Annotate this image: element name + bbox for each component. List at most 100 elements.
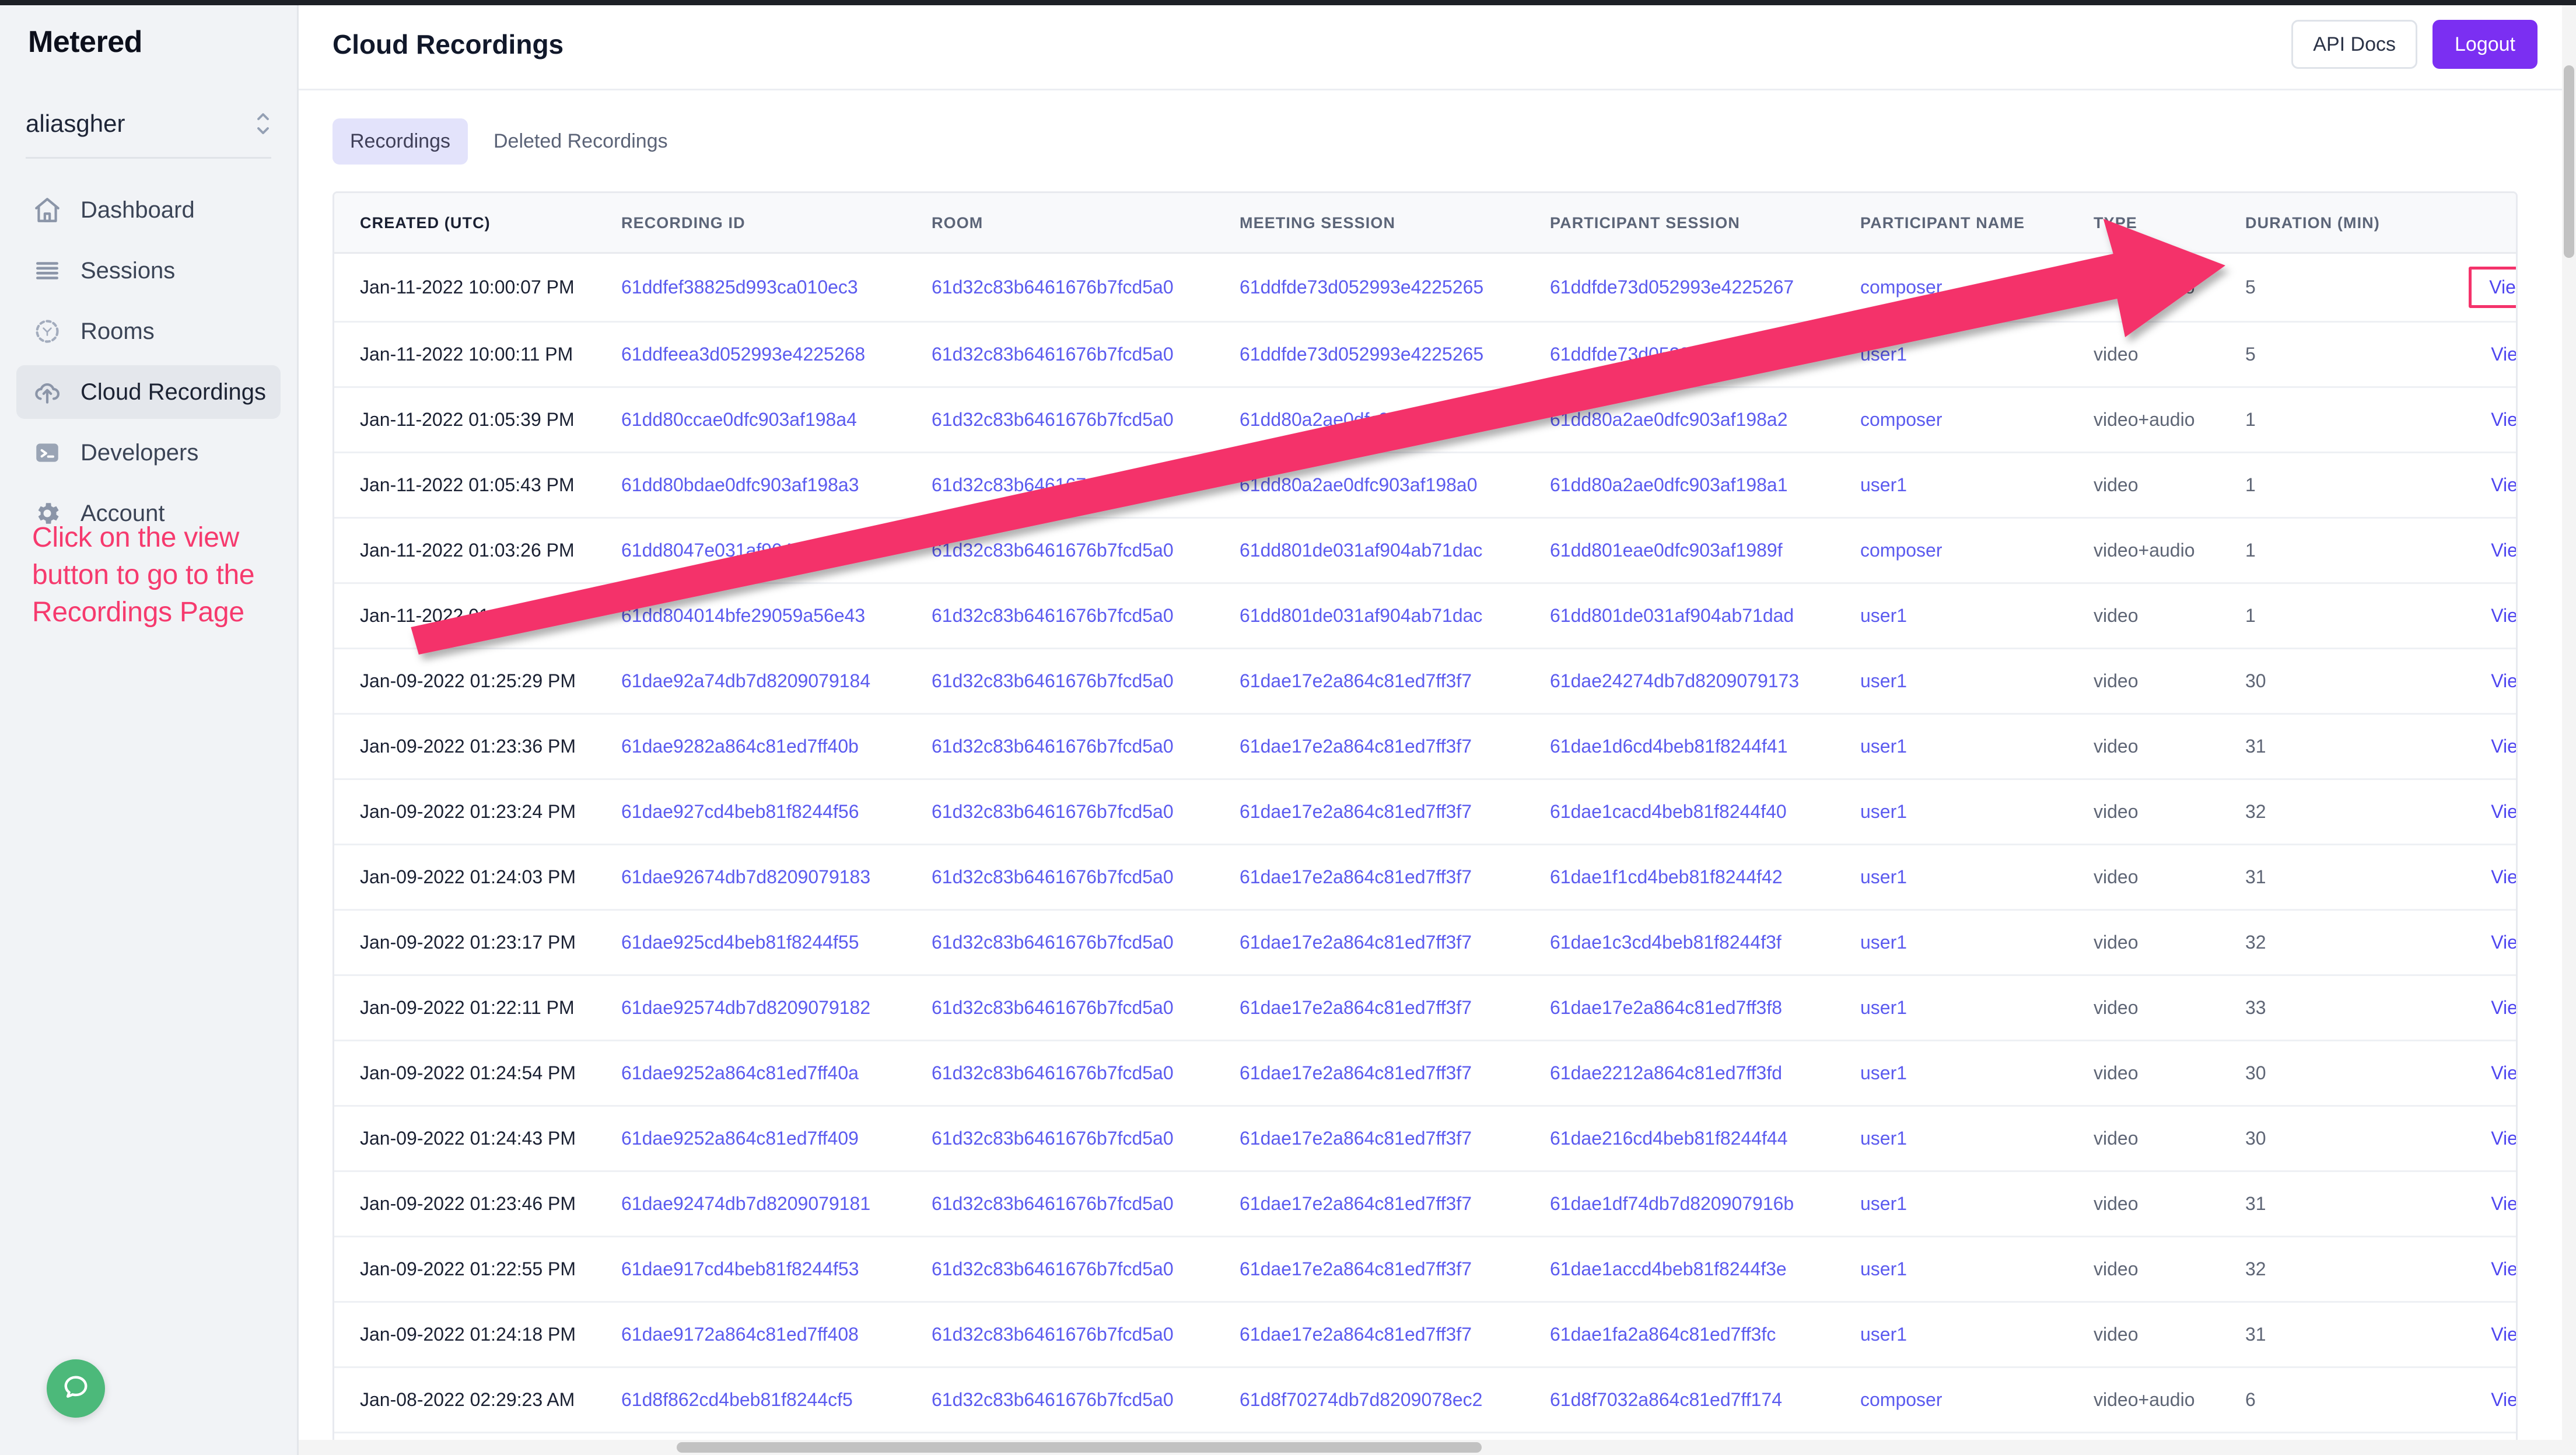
view-button[interactable]: View — [2491, 605, 2516, 626]
vertical-scrollbar-thumb[interactable] — [2564, 65, 2574, 258]
participant-session-link[interactable]: 61ddfde73d052993e4225266 — [1550, 321, 1860, 388]
meeting-session-link[interactable]: 61dae17e2a864c81ed7ff3f7 — [1240, 1106, 1550, 1172]
participant-name-link[interactable]: user1 — [1860, 452, 2094, 519]
room-link[interactable]: 61d32c83b6461676b7fcd5a0 — [932, 779, 1240, 845]
participant-name-link[interactable]: user1 — [1860, 648, 2094, 715]
room-link[interactable]: 61d32c83b6461676b7fcd5a0 — [932, 452, 1240, 519]
recording-id-link[interactable]: 61dae917cd4beb81f8244f53 — [621, 1236, 932, 1303]
sidebar-item-rooms[interactable]: Rooms — [16, 305, 281, 358]
view-button[interactable]: View — [2491, 1258, 2516, 1279]
participant-session-link[interactable]: 61dae1df74db7d820907916b — [1550, 1171, 1860, 1237]
participant-name-link[interactable]: user1 — [1860, 713, 2094, 780]
meeting-session-link[interactable]: 61dae17e2a864c81ed7ff3f7 — [1240, 1171, 1550, 1237]
participant-session-link[interactable]: 61dae1cacd4beb81f8244f40 — [1550, 779, 1860, 845]
tab-recordings[interactable]: Recordings — [332, 118, 468, 165]
recording-id-link[interactable]: 61dd80bdae0dfc903af198a3 — [621, 452, 932, 519]
participant-session-link[interactable]: 61dae1fa2a864c81ed7ff3fc — [1550, 1302, 1860, 1368]
room-link[interactable]: 61d32c83b6461676b7fcd5a0 — [932, 910, 1240, 976]
api-docs-button[interactable]: API Docs — [2291, 20, 2417, 69]
meeting-session-link[interactable]: 61dae17e2a864c81ed7ff3f7 — [1240, 844, 1550, 911]
room-link[interactable]: 61d32c83b6461676b7fcd5a0 — [932, 844, 1240, 911]
room-link[interactable]: 61d32c83b6461676b7fcd5a0 — [932, 253, 1240, 323]
view-button[interactable]: View — [2491, 1324, 2516, 1345]
participant-session-link[interactable]: 61dae1d6cd4beb81f8244f41 — [1550, 713, 1860, 780]
view-button[interactable]: View — [2491, 1062, 2516, 1083]
participant-session-link[interactable]: 61dae1c3cd4beb81f8244f3f — [1550, 910, 1860, 976]
room-link[interactable]: 61d32c83b6461676b7fcd5a0 — [932, 1171, 1240, 1237]
participant-name-link[interactable]: user1 — [1860, 583, 2094, 649]
room-link[interactable]: 61d32c83b6461676b7fcd5a0 — [932, 517, 1240, 584]
room-link[interactable]: 61d32c83b6461676b7fcd5a0 — [932, 648, 1240, 715]
meeting-session-link[interactable]: 61dae17e2a864c81ed7ff3f7 — [1240, 1040, 1550, 1107]
recording-id-link[interactable]: 61dae92474db7d8209079181 — [621, 1171, 932, 1237]
view-button[interactable]: View — [2491, 801, 2516, 822]
participant-session-link[interactable]: 61dae2212a864c81ed7ff3fd — [1550, 1040, 1860, 1107]
vertical-scrollbar[interactable] — [2562, 0, 2576, 1455]
participant-session-link[interactable]: 61ddfde73d052993e4225267 — [1550, 253, 1860, 323]
meeting-session-link[interactable]: 61dae17e2a864c81ed7ff3f7 — [1240, 648, 1550, 715]
recording-id-link[interactable]: 61dd80ccae0dfc903af198a4 — [621, 387, 932, 453]
meeting-session-link[interactable]: 61dae17e2a864c81ed7ff3f7 — [1240, 1302, 1550, 1368]
meeting-session-link[interactable]: 61ddfde73d052993e4225265 — [1240, 321, 1550, 388]
participant-session-link[interactable]: 61dae24274db7d8209079173 — [1550, 648, 1860, 715]
room-link[interactable]: 61d32c83b6461676b7fcd5a0 — [932, 1040, 1240, 1107]
view-button[interactable]: View — [2491, 344, 2516, 365]
recording-id-link[interactable]: 61dae92574db7d8209079182 — [621, 975, 932, 1041]
view-button[interactable]: View — [2491, 540, 2516, 561]
recording-id-link[interactable]: 61dae92a74db7d8209079184 — [621, 648, 932, 715]
participant-name-link[interactable]: composer — [1860, 1367, 2094, 1433]
room-link[interactable]: 61d32c83b6461676b7fcd5a0 — [932, 321, 1240, 388]
room-link[interactable]: 61d32c83b6461676b7fcd5a0 — [932, 1367, 1240, 1433]
meeting-session-link[interactable]: 61dd80a2ae0dfc903af198a0 — [1240, 387, 1550, 453]
recording-id-link[interactable]: 61dae9282a864c81ed7ff40b — [621, 713, 932, 780]
account-switcher[interactable]: aliasgher — [26, 103, 271, 159]
recording-id-link[interactable]: 61dae927cd4beb81f8244f56 — [621, 779, 932, 845]
meeting-session-link[interactable]: 61dae17e2a864c81ed7ff3f7 — [1240, 713, 1550, 780]
room-link[interactable]: 61d32c83b6461676b7fcd5a0 — [932, 713, 1240, 780]
recording-id-link[interactable]: 61dae92674db7d8209079183 — [621, 844, 932, 911]
help-beacon-button[interactable] — [47, 1359, 105, 1418]
meeting-session-link[interactable]: 61dd801de031af904ab71dac — [1240, 517, 1550, 584]
recording-id-link[interactable]: 61dae9252a864c81ed7ff409 — [621, 1106, 932, 1172]
room-link[interactable]: 61d32c83b6461676b7fcd5a0 — [932, 1302, 1240, 1368]
participant-session-link[interactable]: 61dae216cd4beb81f8244f44 — [1550, 1106, 1860, 1172]
sidebar-item-sessions[interactable]: Sessions — [16, 244, 281, 298]
recording-id-link[interactable]: 61dd8047e031af904ab71dae — [621, 517, 932, 584]
participant-name-link[interactable]: composer — [1860, 387, 2094, 453]
view-button[interactable]: View — [2491, 997, 2516, 1018]
participant-name-link[interactable]: user1 — [1860, 910, 2094, 976]
sidebar-item-developers[interactable]: Developers — [16, 426, 281, 480]
view-button[interactable]: View — [2491, 474, 2516, 495]
meeting-session-link[interactable]: 61d8f70274db7d8209078ec2 — [1240, 1367, 1550, 1433]
view-button-highlighted[interactable]: View — [2469, 267, 2516, 308]
participant-name-link[interactable]: user1 — [1860, 1236, 2094, 1303]
participant-name-link[interactable]: user1 — [1860, 779, 2094, 845]
view-button[interactable]: View — [2491, 1389, 2516, 1410]
room-link[interactable]: 61d32c83b6461676b7fcd5a0 — [932, 975, 1240, 1041]
view-button[interactable]: View — [2491, 932, 2516, 953]
horizontal-scrollbar[interactable] — [299, 1440, 2576, 1455]
view-button[interactable]: View — [2491, 670, 2516, 691]
participant-session-link[interactable]: 61dd80a2ae0dfc903af198a2 — [1550, 387, 1860, 453]
tab-deleted-recordings[interactable]: Deleted Recordings — [476, 118, 685, 165]
recording-id-link[interactable]: 61ddfeea3d052993e4225268 — [621, 321, 932, 388]
participant-name-link[interactable]: user1 — [1860, 975, 2094, 1041]
meeting-session-link[interactable]: 61dae17e2a864c81ed7ff3f7 — [1240, 779, 1550, 845]
meeting-session-link[interactable]: 61ddfde73d052993e4225265 — [1240, 253, 1550, 323]
participant-name-link[interactable]: user1 — [1860, 1171, 2094, 1237]
participant-name-link[interactable]: composer — [1860, 253, 2094, 323]
room-link[interactable]: 61d32c83b6461676b7fcd5a0 — [932, 387, 1240, 453]
participant-name-link[interactable]: user1 — [1860, 1040, 2094, 1107]
view-button[interactable]: View — [2491, 736, 2516, 757]
participant-session-link[interactable]: 61d8f7032a864c81ed7ff174 — [1550, 1367, 1860, 1433]
participant-session-link[interactable]: 61dd80a2ae0dfc903af198a1 — [1550, 452, 1860, 519]
meeting-session-link[interactable]: 61dae17e2a864c81ed7ff3f7 — [1240, 910, 1550, 976]
participant-name-link[interactable]: user1 — [1860, 844, 2094, 911]
room-link[interactable]: 61d32c83b6461676b7fcd5a0 — [932, 583, 1240, 649]
participant-session-link[interactable]: 61dae17e2a864c81ed7ff3f8 — [1550, 975, 1860, 1041]
participant-name-link[interactable]: user1 — [1860, 1302, 2094, 1368]
view-button[interactable]: View — [2491, 409, 2516, 430]
meeting-session-link[interactable]: 61dd801de031af904ab71dac — [1240, 583, 1550, 649]
meeting-session-link[interactable]: 61dae17e2a864c81ed7ff3f7 — [1240, 975, 1550, 1041]
recording-id-link[interactable]: 61dae925cd4beb81f8244f55 — [621, 910, 932, 976]
